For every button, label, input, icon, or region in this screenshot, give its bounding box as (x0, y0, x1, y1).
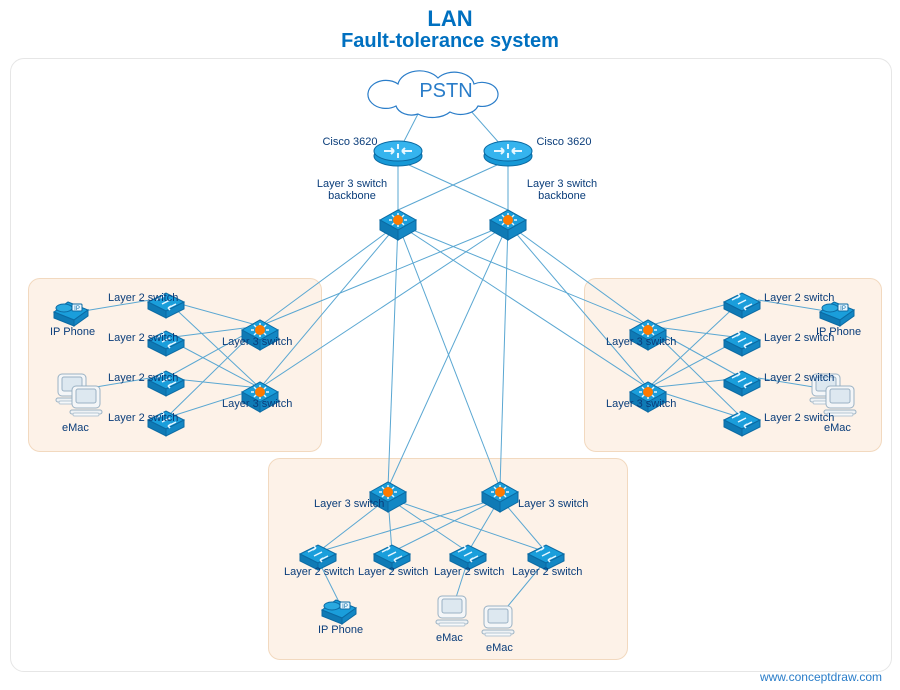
title-line1: LAN (0, 6, 900, 32)
router-label: Cisco 3620 (534, 136, 594, 148)
l2-label: Layer 2 switch (108, 332, 178, 344)
l2-label: Layer 2 switch (358, 566, 428, 578)
emac-label: eMac (436, 632, 463, 644)
l2-label: Layer 2 switch (284, 566, 354, 578)
l3-label: Layer 3 switch (222, 336, 292, 348)
l3backbone-label: Layer 3 switch backbone (522, 178, 602, 202)
cloud-label: PSTN (398, 80, 494, 103)
credit-link[interactable]: www.conceptdraw.com (760, 670, 882, 684)
l3-label: Layer 3 switch (606, 398, 676, 410)
l3-label: Layer 3 switch (314, 498, 384, 510)
l2-label: Layer 2 switch (108, 372, 178, 384)
emac-label: eMac (824, 422, 851, 434)
title-line2: Fault-tolerance system (0, 30, 900, 53)
emac-label: eMac (62, 422, 89, 434)
router-label: Cisco 3620 (320, 136, 380, 148)
l3backbone-label: Layer 3 switch backbone (312, 178, 392, 202)
ipphone-label: IP Phone (318, 624, 363, 636)
l2-label: Layer 2 switch (434, 566, 504, 578)
l2-label: Layer 2 switch (764, 292, 834, 304)
l2-label: Layer 2 switch (512, 566, 582, 578)
ipphone-label: IP Phone (50, 326, 95, 338)
ipphone-label: IP Phone (816, 326, 861, 338)
l3-label: Layer 3 switch (606, 336, 676, 348)
diagram-title: LAN Fault-tolerance system (0, 6, 900, 53)
l3-label: Layer 3 switch (222, 398, 292, 410)
emac-label: eMac (486, 642, 513, 654)
l2-label: Layer 2 switch (108, 412, 178, 424)
l2-label: Layer 2 switch (108, 292, 178, 304)
l3-label: Layer 3 switch (518, 498, 588, 510)
l2-label: Layer 2 switch (764, 372, 834, 384)
